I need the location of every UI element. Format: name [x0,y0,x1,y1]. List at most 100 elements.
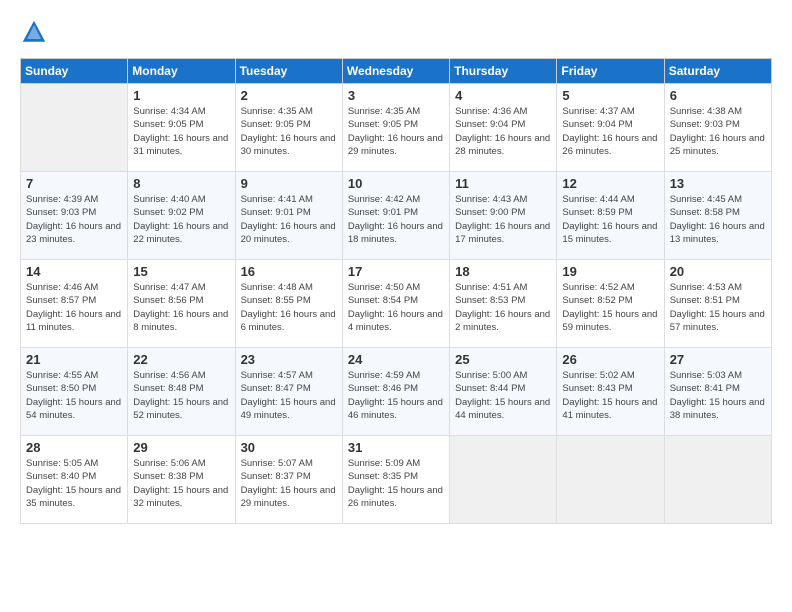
day-info: Sunrise: 4:46 AM Sunset: 8:57 PM Dayligh… [26,281,122,334]
calendar-cell: 15 Sunrise: 4:47 AM Sunset: 8:56 PM Dayli… [128,260,235,348]
day-number: 14 [26,264,122,279]
calendar-cell: 28 Sunrise: 5:05 AM Sunset: 8:40 PM Dayli… [21,436,128,524]
day-info: Sunrise: 4:41 AM Sunset: 9:01 PM Dayligh… [241,193,337,246]
calendar-cell: 11 Sunrise: 4:43 AM Sunset: 9:00 PM Dayli… [450,172,557,260]
day-number: 12 [562,176,658,191]
calendar-cell: 8 Sunrise: 4:40 AM Sunset: 9:02 PM Daylig… [128,172,235,260]
day-number: 23 [241,352,337,367]
day-info: Sunrise: 4:36 AM Sunset: 9:04 PM Dayligh… [455,105,551,158]
day-number: 17 [348,264,444,279]
logo [20,18,52,46]
day-info: Sunrise: 5:03 AM Sunset: 8:41 PM Dayligh… [670,369,766,422]
calendar-cell: 22 Sunrise: 4:56 AM Sunset: 8:48 PM Dayli… [128,348,235,436]
day-info: Sunrise: 4:35 AM Sunset: 9:05 PM Dayligh… [241,105,337,158]
day-info: Sunrise: 5:06 AM Sunset: 8:38 PM Dayligh… [133,457,229,510]
day-number: 6 [670,88,766,103]
page-container: SundayMondayTuesdayWednesdayThursdayFrid… [0,0,792,534]
day-info: Sunrise: 4:38 AM Sunset: 9:03 PM Dayligh… [670,105,766,158]
calendar-cell: 7 Sunrise: 4:39 AM Sunset: 9:03 PM Daylig… [21,172,128,260]
weekday-header-tuesday: Tuesday [235,59,342,84]
calendar-cell: 31Sunrise: 5:09 AM Sunset: 8:35 PM Dayli… [342,436,449,524]
calendar-week-row: 1 Sunrise: 4:34 AM Sunset: 9:05 PM Daylig… [21,84,772,172]
calendar-cell: 14 Sunrise: 4:46 AM Sunset: 8:57 PM Dayli… [21,260,128,348]
day-number: 8 [133,176,229,191]
day-number: 21 [26,352,122,367]
calendar-cell: 12 Sunrise: 4:44 AM Sunset: 8:59 PM Dayli… [557,172,664,260]
day-number: 28 [26,440,122,455]
calendar-cell: 26 Sunrise: 5:02 AM Sunset: 8:43 PM Dayli… [557,348,664,436]
calendar-cell [664,436,771,524]
day-info: Sunrise: 5:02 AM Sunset: 8:43 PM Dayligh… [562,369,658,422]
day-info: Sunrise: 4:56 AM Sunset: 8:48 PM Dayligh… [133,369,229,422]
day-info: Sunrise: 5:00 AM Sunset: 8:44 PM Dayligh… [455,369,551,422]
calendar-cell: 13 Sunrise: 4:45 AM Sunset: 8:58 PM Dayli… [664,172,771,260]
calendar-week-row: 14 Sunrise: 4:46 AM Sunset: 8:57 PM Dayli… [21,260,772,348]
day-info: Sunrise: 4:59 AM Sunset: 8:46 PM Dayligh… [348,369,444,422]
day-info: Sunrise: 5:07 AM Sunset: 8:37 PM Dayligh… [241,457,337,510]
day-number: 4 [455,88,551,103]
weekday-header-saturday: Saturday [664,59,771,84]
calendar-cell: 6 Sunrise: 4:38 AM Sunset: 9:03 PM Daylig… [664,84,771,172]
calendar-week-row: 28 Sunrise: 5:05 AM Sunset: 8:40 PM Dayli… [21,436,772,524]
calendar-cell: 16 Sunrise: 4:48 AM Sunset: 8:55 PM Dayli… [235,260,342,348]
calendar-week-row: 7 Sunrise: 4:39 AM Sunset: 9:03 PM Daylig… [21,172,772,260]
day-number: 2 [241,88,337,103]
weekday-header-monday: Monday [128,59,235,84]
calendar-week-row: 21Sunrise: 4:55 AM Sunset: 8:50 PM Dayli… [21,348,772,436]
day-info: Sunrise: 4:50 AM Sunset: 8:54 PM Dayligh… [348,281,444,334]
logo-icon [20,18,48,46]
day-number: 27 [670,352,766,367]
calendar-cell: 29 Sunrise: 5:06 AM Sunset: 8:38 PM Dayli… [128,436,235,524]
weekday-header-friday: Friday [557,59,664,84]
day-number: 15 [133,264,229,279]
day-number: 19 [562,264,658,279]
day-info: Sunrise: 4:53 AM Sunset: 8:51 PM Dayligh… [670,281,766,334]
day-info: Sunrise: 4:48 AM Sunset: 8:55 PM Dayligh… [241,281,337,334]
day-info: Sunrise: 4:34 AM Sunset: 9:05 PM Dayligh… [133,105,229,158]
calendar-table: SundayMondayTuesdayWednesdayThursdayFrid… [20,58,772,524]
calendar-cell: 4 Sunrise: 4:36 AM Sunset: 9:04 PM Daylig… [450,84,557,172]
day-info: Sunrise: 4:35 AM Sunset: 9:05 PM Dayligh… [348,105,444,158]
calendar-cell: 27 Sunrise: 5:03 AM Sunset: 8:41 PM Dayli… [664,348,771,436]
day-info: Sunrise: 4:57 AM Sunset: 8:47 PM Dayligh… [241,369,337,422]
day-number: 7 [26,176,122,191]
calendar-header-row: SundayMondayTuesdayWednesdayThursdayFrid… [21,59,772,84]
day-number: 22 [133,352,229,367]
day-info: Sunrise: 4:37 AM Sunset: 9:04 PM Dayligh… [562,105,658,158]
day-number: 20 [670,264,766,279]
day-number: 16 [241,264,337,279]
day-number: 18 [455,264,551,279]
day-number: 9 [241,176,337,191]
day-number: 26 [562,352,658,367]
day-number: 11 [455,176,551,191]
day-info: Sunrise: 4:42 AM Sunset: 9:01 PM Dayligh… [348,193,444,246]
calendar-cell: 19 Sunrise: 4:52 AM Sunset: 8:52 PM Dayli… [557,260,664,348]
day-info: Sunrise: 5:05 AM Sunset: 8:40 PM Dayligh… [26,457,122,510]
day-info: Sunrise: 4:47 AM Sunset: 8:56 PM Dayligh… [133,281,229,334]
calendar-cell: 3Sunrise: 4:35 AM Sunset: 9:05 PM Daylig… [342,84,449,172]
calendar-cell: 30Sunrise: 5:07 AM Sunset: 8:37 PM Dayli… [235,436,342,524]
calendar-cell [21,84,128,172]
day-info: Sunrise: 4:40 AM Sunset: 9:02 PM Dayligh… [133,193,229,246]
calendar-cell: 25 Sunrise: 5:00 AM Sunset: 8:44 PM Dayli… [450,348,557,436]
calendar-cell: 2 Sunrise: 4:35 AM Sunset: 9:05 PM Daylig… [235,84,342,172]
day-number: 25 [455,352,551,367]
day-info: Sunrise: 4:51 AM Sunset: 8:53 PM Dayligh… [455,281,551,334]
day-number: 10 [348,176,444,191]
day-info: Sunrise: 4:45 AM Sunset: 8:58 PM Dayligh… [670,193,766,246]
calendar-cell: 21Sunrise: 4:55 AM Sunset: 8:50 PM Dayli… [21,348,128,436]
calendar-cell [557,436,664,524]
day-info: Sunrise: 4:52 AM Sunset: 8:52 PM Dayligh… [562,281,658,334]
day-number: 5 [562,88,658,103]
day-number: 24 [348,352,444,367]
day-number: 29 [133,440,229,455]
weekday-header-wednesday: Wednesday [342,59,449,84]
day-number: 13 [670,176,766,191]
day-number: 1 [133,88,229,103]
calendar-cell [450,436,557,524]
day-info: Sunrise: 4:39 AM Sunset: 9:03 PM Dayligh… [26,193,122,246]
day-info: Sunrise: 4:43 AM Sunset: 9:00 PM Dayligh… [455,193,551,246]
day-info: Sunrise: 4:44 AM Sunset: 8:59 PM Dayligh… [562,193,658,246]
calendar-cell: 20 Sunrise: 4:53 AM Sunset: 8:51 PM Dayli… [664,260,771,348]
weekday-header-thursday: Thursday [450,59,557,84]
